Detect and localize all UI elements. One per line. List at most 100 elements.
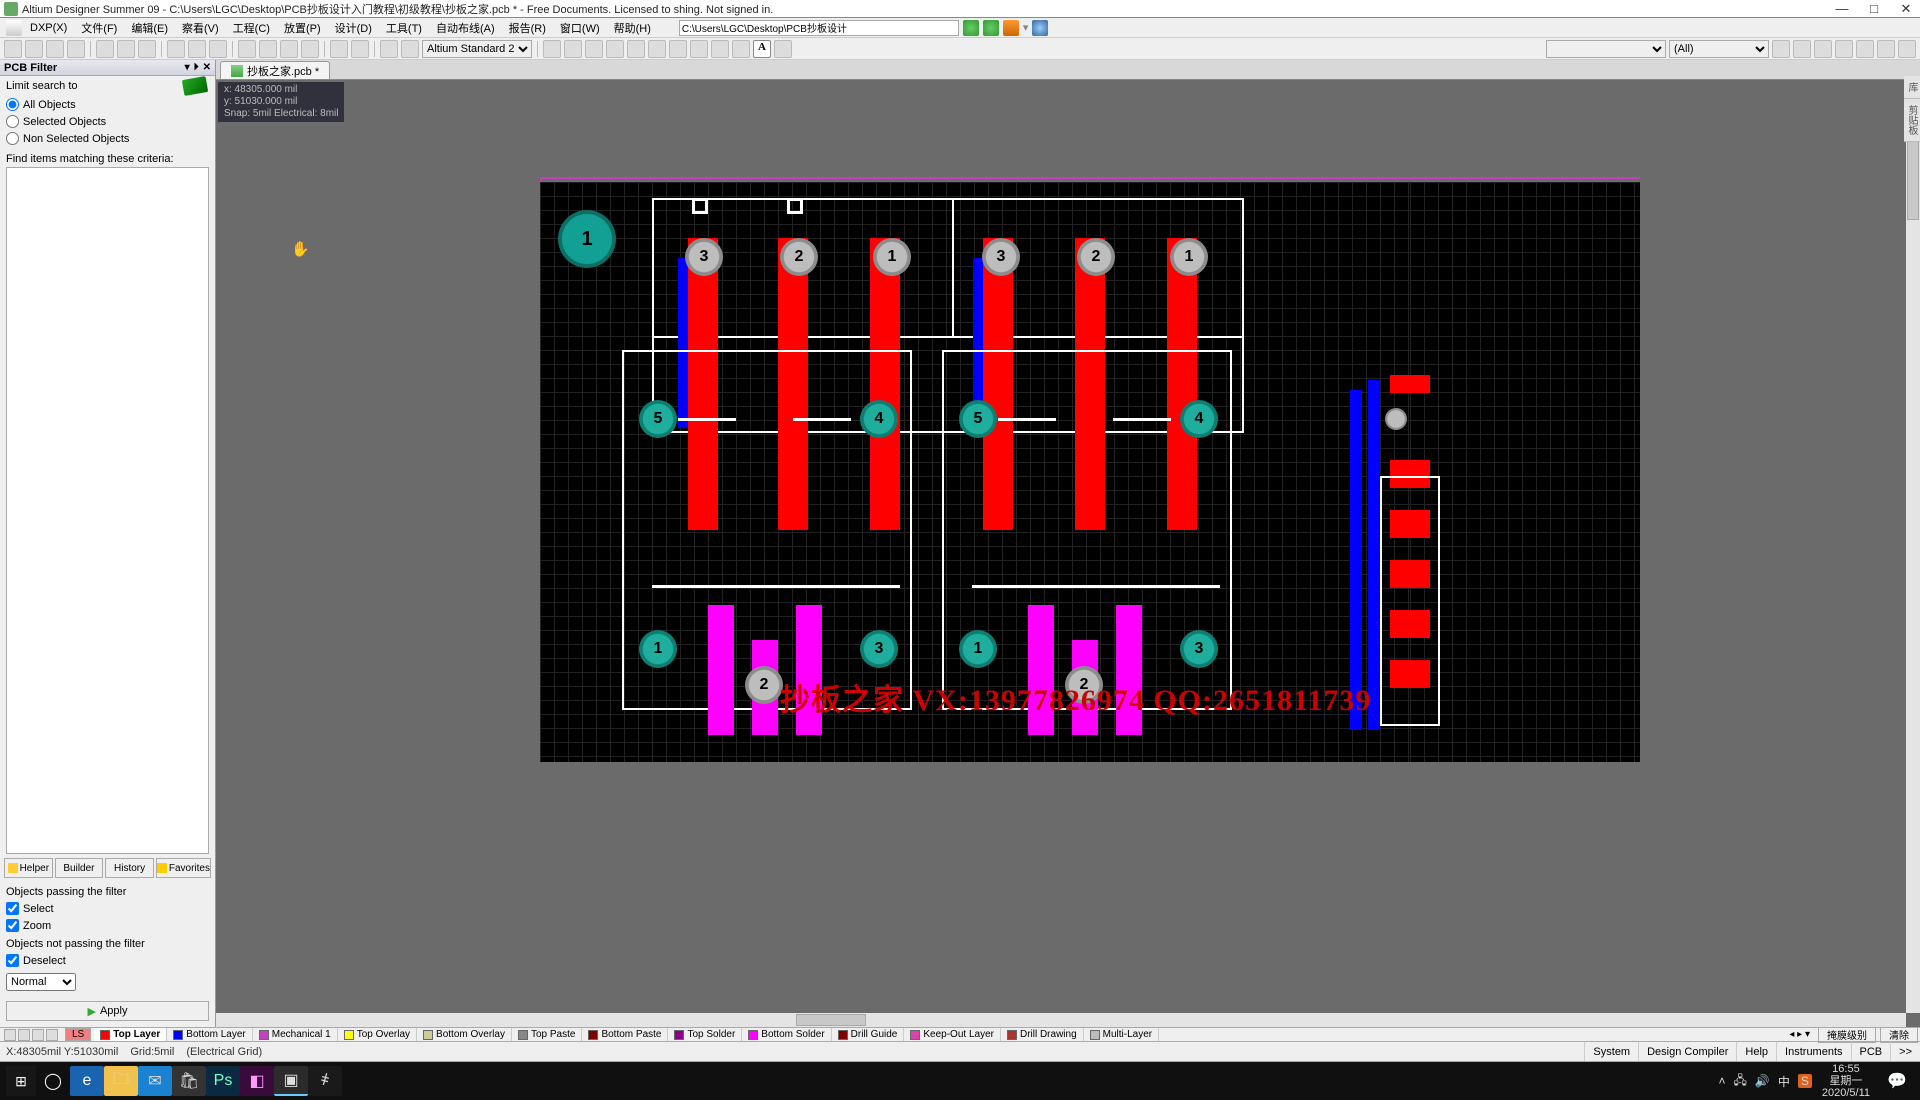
select-checkbox[interactable] [6,902,19,915]
pad-a-3[interactable]: 3 [685,238,723,276]
rt-e[interactable] [1856,40,1874,58]
helper-button[interactable]: Helper [4,858,53,878]
vertical-scrollbar[interactable] [1906,80,1920,1013]
apply-button[interactable]: ▶Apply [6,1001,209,1021]
print-button[interactable] [67,40,85,58]
layer-nav-next[interactable] [32,1029,44,1041]
vert-tab-clip[interactable]: 剪贴板 [1904,99,1920,142]
taskbar-store-icon[interactable]: 🛍 [172,1066,206,1096]
criteria-textarea[interactable] [6,167,209,854]
pad-edge[interactable] [1385,408,1407,430]
grid-button[interactable] [380,40,398,58]
deselect-button[interactable] [280,40,298,58]
tb-k[interactable] [774,40,792,58]
view-mode-select[interactable]: Altium Standard 2D [422,40,532,58]
start-button[interactable]: ⊞ [6,1066,36,1096]
paste-button[interactable] [209,40,227,58]
mask-level-button[interactable]: 掩膜级别 [1818,1026,1876,1043]
filter-select[interactable]: (All) [1669,40,1769,58]
open-button[interactable] [25,40,43,58]
menu-window[interactable]: 窗口(W) [554,18,606,38]
clear-button[interactable] [301,40,319,58]
layer-tab-keep-out-layer[interactable]: Keep-Out Layer [904,1028,1001,1041]
tray-sogou-icon[interactable]: S [1798,1074,1812,1088]
tray-net-icon[interactable]: 🖧 [1734,1071,1747,1092]
menu-report[interactable]: 报告(R) [503,18,552,38]
menu-view[interactable]: 察看(V) [176,18,225,38]
builder-button[interactable]: Builder [55,858,104,878]
panel-pin-icon[interactable]: ⏵ [194,62,199,73]
layer-arrows-right[interactable]: ◂ ▸ ▾ [1783,1029,1816,1040]
new-button[interactable] [4,40,22,58]
cut-button[interactable] [167,40,185,58]
taskbar-clock[interactable]: 16:55 星期一 2020/5/11 [1812,1063,1880,1099]
rt-f[interactable] [1877,40,1895,58]
dxp-icon[interactable] [6,20,22,36]
pad-a-2[interactable]: 2 [780,238,818,276]
document-tab[interactable]: 抄板之家.pcb * [220,61,330,79]
save-button[interactable] [46,40,64,58]
pad-bot-a-2[interactable]: 2 [745,666,783,704]
tb-h[interactable] [690,40,708,58]
tb-f[interactable] [648,40,666,58]
guide-button[interactable] [401,40,419,58]
select-button[interactable] [238,40,256,58]
panel-tab-system[interactable]: System [1584,1042,1638,1061]
pad-bot-a-3[interactable]: 3 [860,630,898,668]
ls-button[interactable]: LS [65,1028,91,1041]
zoom-selected-button[interactable] [138,40,156,58]
deselect-checkbox[interactable] [6,954,19,967]
horizontal-scrollbar[interactable] [216,1013,1906,1027]
menu-edit[interactable]: 编辑(E) [125,18,174,38]
menu-design[interactable]: 设计(D) [329,18,378,38]
pad-big-1[interactable]: 1 [558,210,616,268]
menu-autoroute[interactable]: 自动布线(A) [430,18,501,38]
tb-c[interactable] [585,40,603,58]
rt-d[interactable] [1835,40,1853,58]
move-button[interactable] [259,40,277,58]
maximize-button[interactable]: □ [1864,1,1884,17]
tray-ime-icon[interactable]: 中 [1778,1073,1790,1090]
taskbar-edge-icon[interactable]: e [70,1066,104,1096]
refresh-icon[interactable] [983,20,999,36]
layer-tab-top-overlay[interactable]: Top Overlay [338,1028,417,1041]
zoom-area-button[interactable] [117,40,135,58]
layer-tab-drill-drawing[interactable]: Drill Drawing [1001,1028,1084,1041]
layer-nav-prev[interactable] [18,1029,30,1041]
mid-select[interactable] [1546,40,1666,58]
panel-tab-design-compiler[interactable]: Design Compiler [1638,1042,1736,1061]
taskbar-app2-icon[interactable]: ◧ [240,1066,274,1096]
panel-close-icon[interactable]: ✕ [203,62,211,73]
taskbar-ps-icon[interactable]: Ps [206,1066,240,1096]
layer-tab-top-solder[interactable]: Top Solder [668,1028,742,1041]
pad-bot-a-1[interactable]: 1 [639,630,677,668]
pad-b-2[interactable]: 2 [1077,238,1115,276]
layer-tab-bottom-paste[interactable]: Bottom Paste [582,1028,668,1041]
layer-tab-multi-layer[interactable]: Multi-Layer [1084,1028,1159,1041]
pad-bot-b-1[interactable]: 1 [959,630,997,668]
rt-g[interactable] [1898,40,1916,58]
menu-file[interactable]: 文件(F) [75,18,123,38]
menu-tools[interactable]: 工具(T) [380,18,428,38]
taskbar-app4-icon[interactable]: ҂ [308,1066,342,1096]
tb-g[interactable] [669,40,687,58]
layer-tab-bottom-layer[interactable]: Bottom Layer [167,1028,252,1041]
history-button[interactable]: History [105,858,154,878]
zoom-checkbox[interactable] [6,919,19,932]
menu-place[interactable]: 放置(P) [278,18,327,38]
pad-b-3[interactable]: 3 [982,238,1020,276]
close-button[interactable]: ✕ [1896,1,1916,17]
panel-dropdown-icon[interactable]: ▾ [185,62,190,73]
layer-nav-first[interactable] [4,1029,16,1041]
undo-button[interactable] [330,40,348,58]
vert-tab-lib[interactable]: 库 [1904,76,1920,99]
tb-a[interactable] [543,40,561,58]
home-icon[interactable] [1003,20,1019,36]
normal-select[interactable]: Normal [6,973,76,991]
tb-d[interactable] [606,40,624,58]
favorites-button[interactable]: Favorites [156,858,211,878]
taskbar-explorer-icon[interactable]: 🗀 [104,1066,138,1096]
layer-nav-last[interactable] [46,1029,58,1041]
layer-tab-top-paste[interactable]: Top Paste [512,1028,582,1041]
pad-b-1[interactable]: 1 [1170,238,1208,276]
